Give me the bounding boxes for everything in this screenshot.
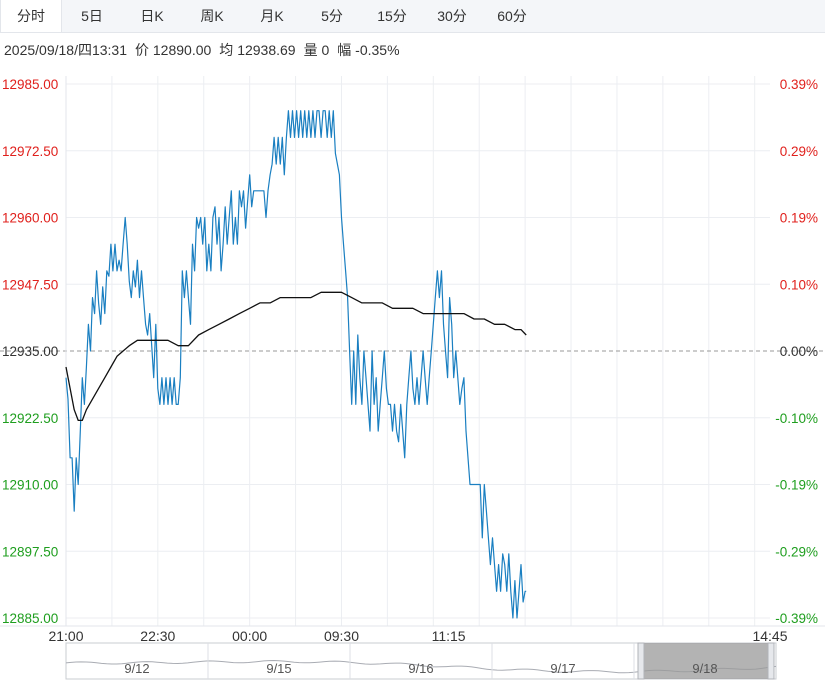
- y-tick-label-right: -0.39%: [775, 611, 818, 626]
- y-tick-label-left: 12910.00: [2, 478, 58, 493]
- x-tick-label: 00:00: [232, 628, 267, 644]
- navigator-right-handle[interactable]: [767, 642, 775, 680]
- x-tick-label: 14:45: [752, 628, 787, 644]
- y-tick-label-right: 0.29%: [780, 144, 818, 159]
- navigator-left-handle[interactable]: [637, 642, 645, 680]
- average-series-line: [65, 291, 527, 422]
- y-tick-label-left: 12897.50: [2, 544, 58, 559]
- y-tick-label-left: 12947.50: [2, 277, 58, 292]
- y-tick-label-left: 12922.50: [2, 411, 58, 426]
- x-tick-label: 11:15: [432, 628, 466, 644]
- y-tick-label-right: -0.19%: [775, 478, 818, 493]
- y-tick-label-left: 12985.00: [2, 77, 58, 92]
- intraday-chart[interactable]: 12985.00 0.39% 12972.50 0.29% 12960.00 0.19% 1…: [0, 0, 825, 684]
- y-tick-label-right: -0.10%: [775, 411, 818, 426]
- y-tick-label-left: 12935.00: [2, 344, 58, 359]
- y-tick-label-right: 0.19%: [780, 211, 818, 226]
- navigator-date-label: 9/12: [124, 661, 149, 676]
- y-tick-label-left: 12960.00: [2, 211, 58, 226]
- x-tick-label: 09:30: [324, 628, 359, 644]
- navigator-date-label: 9/16: [408, 661, 433, 676]
- x-tick-label: 21:00: [48, 628, 83, 644]
- y-tick-label-right: 0.00%: [780, 344, 818, 359]
- navigator-date-label: 9/15: [266, 661, 291, 676]
- y-tick-label-left: 12885.00: [2, 611, 58, 626]
- y-tick-label-right: 0.39%: [780, 77, 818, 92]
- navigator-date-label: 9/18: [692, 661, 717, 676]
- x-tick-label: 22:30: [140, 628, 175, 644]
- price-series-line: [65, 110, 527, 619]
- navigator-date-label: 9/17: [550, 661, 575, 676]
- y-tick-label-right: 0.10%: [780, 277, 818, 292]
- y-tick-label-right: -0.29%: [775, 544, 818, 559]
- y-tick-label-left: 12972.50: [2, 144, 58, 159]
